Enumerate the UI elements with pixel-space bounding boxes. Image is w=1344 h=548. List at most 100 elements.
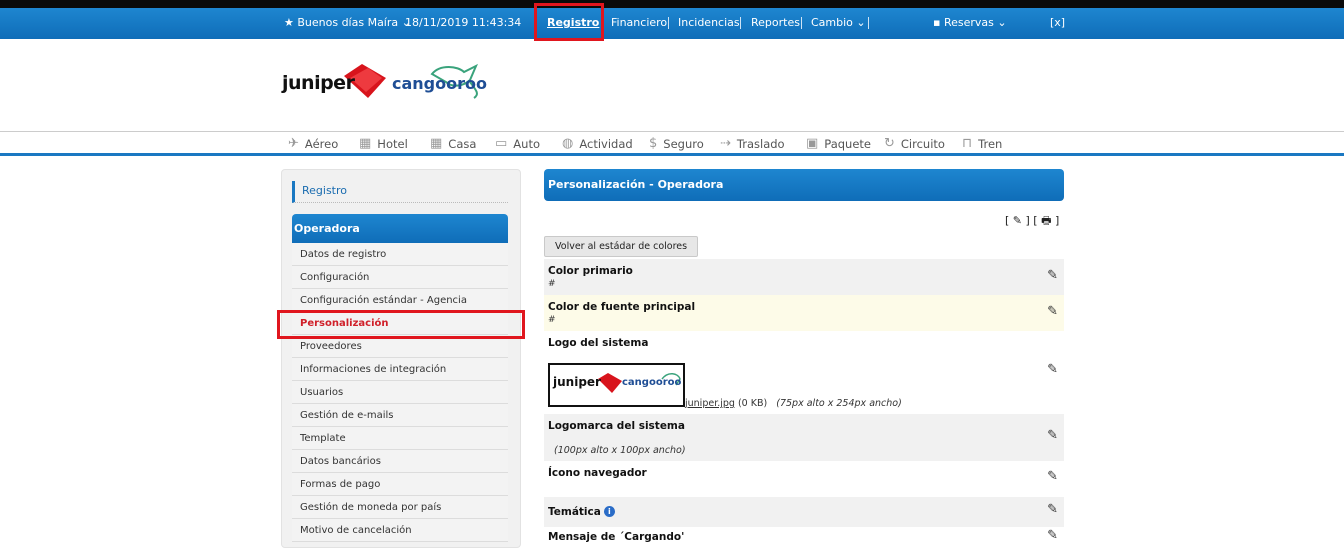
system-logo-label: Logo del sistema	[548, 337, 649, 349]
logo-file-link[interactable]: juniper.jpg	[685, 398, 735, 409]
sidebar-item-integracion[interactable]: Informaciones de integración	[292, 358, 508, 381]
row-primary-color: Color primario # ✎	[544, 259, 1064, 295]
font-color-value: #	[548, 315, 556, 325]
sidebar-item-datos-de-registro[interactable]: Datos de registro	[292, 243, 508, 266]
product-tren[interactable]: ⊓ Tren	[962, 136, 1002, 151]
train-icon: ⊓	[962, 136, 973, 151]
top-nav-bar: ★ Buenos días Maíra ⌄ 18/11/2019 11:43:3…	[0, 0, 1344, 39]
logomark-dimensions: (100px alto x 100px ancho)	[554, 445, 686, 456]
product-label: Casa	[448, 136, 477, 151]
logo-file-info: juniper.jpg (0 KB) (75px alto x 254px an…	[685, 398, 902, 409]
car-icon: ▭	[495, 136, 508, 151]
product-actividad[interactable]: ◍ Actividad	[562, 136, 633, 151]
product-label: Hotel	[377, 136, 408, 151]
nav-divider	[668, 17, 669, 29]
nav-divider	[801, 17, 802, 29]
product-label: Actividad	[579, 136, 633, 151]
edit-pencil-icon[interactable]: ✎	[1047, 268, 1058, 283]
sidebar-item-moneda-por-pais[interactable]: Gestión de moneda por país	[292, 496, 508, 519]
sidebar-item-configuracion[interactable]: Configuración	[292, 266, 508, 289]
sidebar-item-motivo-cancelacion[interactable]: Motivo de cancelación	[292, 519, 508, 542]
house-icon: ▦	[430, 136, 443, 151]
primary-color-label: Color primario	[548, 265, 633, 277]
circuit-icon: ↻	[884, 136, 895, 151]
edit-pencil-icon[interactable]: ✎	[1047, 502, 1058, 517]
edit-pencil-icon[interactable]: ✎	[1047, 528, 1058, 543]
user-greeting-menu[interactable]: ★ Buenos días Maíra ⌄	[284, 16, 411, 29]
reset-colors-button[interactable]: Volver al estádar de colores	[544, 236, 699, 257]
page-tools: [ ✎ ] [ 🖶 ]	[1005, 212, 1059, 231]
product-hotel[interactable]: ▦ Hotel	[359, 136, 408, 151]
nav-divider	[740, 17, 741, 29]
product-label: Tren	[978, 136, 1003, 151]
building-icon: ▦	[359, 136, 372, 151]
product-casa[interactable]: ▦ Casa	[430, 136, 476, 151]
product-circuito[interactable]: ↻ Circuito	[884, 136, 945, 151]
sidebar-item-datos-bancarios[interactable]: Datos bancários	[292, 450, 508, 473]
cangooroo-wordmark: cangooroo	[392, 74, 487, 93]
theme-label-text: Temática	[548, 506, 601, 518]
document-icon: ▪	[933, 16, 944, 29]
sidebar-item-configuracion-estandar[interactable]: Configuración estándar - Agencia	[292, 289, 508, 312]
row-favicon: Ícono navegador ✎	[544, 461, 1064, 497]
nav-cambio[interactable]: Cambio ⌄	[811, 16, 866, 29]
logo-file-size: (0 KB)	[734, 398, 768, 409]
airplane-icon: ✈	[288, 136, 299, 151]
current-datetime: 18/11/2019 11:43:34	[405, 16, 522, 29]
loading-message-label: Mensaje de ´Cargando'	[548, 531, 685, 543]
briefcase-icon: ▣	[806, 136, 819, 151]
logout-button[interactable]: [x]	[1050, 16, 1065, 29]
product-label: Auto	[513, 136, 540, 151]
info-icon[interactable]: i	[603, 506, 615, 517]
sidebar-item-emails[interactable]: Gestión de e-mails	[292, 404, 508, 427]
sidebar-section-title[interactable]: Registro	[292, 181, 508, 203]
edit-pencil-icon[interactable]: ✎	[1047, 304, 1058, 319]
juniper-wordmark: juniper	[282, 72, 355, 94]
product-label: Traslado	[736, 136, 785, 151]
logo-thumbnail: juniper cangooroo	[548, 363, 685, 407]
sidebar-item-usuarios[interactable]: Usuarios	[292, 381, 508, 404]
nav-incidencias[interactable]: Incidencias	[678, 16, 740, 29]
logo-dimensions: (75px alto x 254px ancho)	[776, 398, 902, 409]
activity-icon: ◍	[562, 136, 574, 151]
logomark-label: Logomarca del sistema	[548, 420, 685, 432]
edit-print-toolbar[interactable]: [ ✎ ] [ 🖶 ]	[1005, 214, 1059, 227]
row-theme: Temática i ✎	[544, 497, 1064, 527]
row-system-logo: Logo del sistema juniper cangooroo junip…	[544, 331, 1064, 414]
product-label: Circuito	[900, 136, 945, 151]
edit-pencil-icon[interactable]: ✎	[1047, 469, 1058, 484]
row-logomark: Logomarca del sistema (100px alto x 100p…	[544, 414, 1064, 461]
sidebar-menu: Datos de registro Configuración Configur…	[292, 243, 508, 542]
nav-financiero[interactable]: Financiero	[611, 16, 667, 29]
primary-color-value: #	[548, 279, 556, 289]
product-label: Paquete	[824, 136, 872, 151]
page-title: Personalización - Operadora	[544, 169, 1064, 201]
product-nav-bar: ✈ Aéreo ▦ Hotel ▦ Casa ▭ Auto ◍ Actividad $ Se…	[0, 131, 1344, 156]
brand-logo: juniper cangooroo	[282, 60, 492, 104]
product-aereo[interactable]: ✈ Aéreo	[288, 136, 338, 151]
nav-reservas[interactable]: ▪ Reservas ⌄	[933, 16, 1007, 29]
nav-divider	[868, 17, 869, 29]
thumb-juniper-text: juniper	[553, 375, 601, 389]
sidebar-item-formas-de-pago[interactable]: Formas de pago	[292, 473, 508, 496]
product-seguro[interactable]: $ Seguro	[649, 136, 704, 151]
product-paquete[interactable]: ▣ Paquete	[806, 136, 871, 151]
product-auto[interactable]: ▭ Auto	[495, 136, 540, 151]
favicon-label: Ícono navegador	[548, 467, 647, 479]
row-loading-message: Mensaje de ´Cargando' ✎	[544, 527, 1064, 548]
product-traslado[interactable]: ⇢ Traslado	[720, 136, 785, 151]
edit-pencil-icon[interactable]: ✎	[1047, 428, 1058, 443]
nav-reportes[interactable]: Reportes	[751, 16, 800, 29]
highlight-box-registro	[534, 3, 604, 41]
sidebar-item-template[interactable]: Template	[292, 427, 508, 450]
thumb-cangooroo-text: cangooroo	[622, 377, 682, 388]
nav-reservas-label: Reservas ⌄	[943, 16, 1007, 29]
product-label: Seguro	[663, 136, 704, 151]
row-font-color: Color de fuente principal # ✎	[544, 295, 1064, 331]
highlight-box-personalizacion	[277, 310, 525, 339]
font-color-label: Color de fuente principal	[548, 301, 696, 313]
product-label: Aéreo	[304, 136, 339, 151]
dollar-icon: $	[649, 136, 658, 151]
edit-pencil-icon[interactable]: ✎	[1047, 362, 1058, 377]
sidebar-group-header[interactable]: Operadora	[292, 214, 508, 243]
